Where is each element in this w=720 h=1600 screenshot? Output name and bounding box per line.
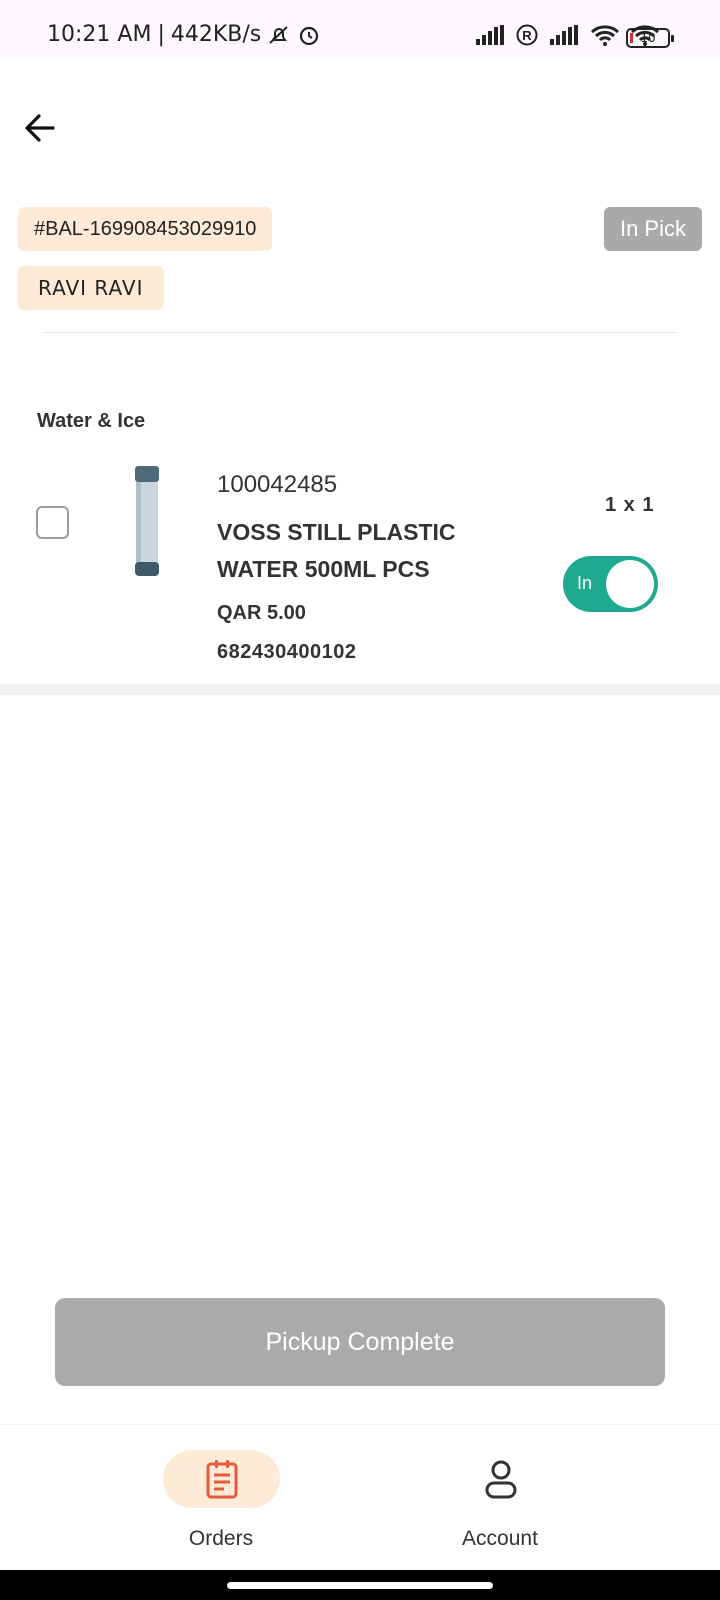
nav-account[interactable]: Account — [400, 1425, 600, 1571]
pickup-complete-button[interactable]: Pickup Complete — [55, 1298, 665, 1386]
nav-orders[interactable]: Orders — [121, 1425, 321, 1571]
item-sku: 100042485 — [217, 471, 338, 498]
back-button[interactable] — [20, 108, 60, 148]
signal-icon — [548, 25, 580, 50]
battery-tip — [671, 35, 674, 42]
orders-icon — [206, 1460, 237, 1499]
nav-account-label: Account — [462, 1527, 538, 1550]
status-time: 10:21 AM — [47, 22, 152, 47]
order-id-chip: #BAL-169908453029910 — [18, 207, 273, 251]
in-stock-toggle[interactable]: In — [563, 556, 658, 612]
toggle-knob — [606, 560, 654, 608]
item-quantity: 1 x 1 — [605, 494, 655, 516]
battery-fill — [630, 33, 633, 43]
account-icon — [485, 1460, 516, 1499]
status-badge: In Pick — [603, 207, 702, 251]
item-price: QAR 5.00 — [217, 602, 306, 624]
bottom-nav: Orders Account — [0, 1424, 720, 1570]
item-separator — [0, 684, 720, 695]
status-separator: | — [157, 22, 165, 47]
mute-icon — [267, 23, 291, 47]
category-title: Water & Ice — [37, 410, 146, 432]
product-name: VOSS STILL PLASTIC WATER 500ML PCS — [217, 519, 456, 582]
nav-account-icon-wrap — [442, 1450, 559, 1508]
item-checkbox[interactable] — [36, 506, 69, 539]
status-bar: 10:21 AM | 442KB/s R 10 — [0, 0, 720, 60]
battery-level: 10 — [640, 31, 656, 45]
item-barcode: 682430400102 — [217, 641, 357, 663]
nav-orders-label: Orders — [188, 1527, 254, 1550]
customer-name-chip: RAVI RAVI — [18, 266, 164, 310]
gesture-handle[interactable] — [227, 1582, 493, 1589]
registered-icon: R — [516, 24, 538, 51]
wifi-icon — [590, 24, 620, 51]
battery-icon: 10 — [626, 28, 674, 48]
toggle-label: In — [577, 573, 593, 593]
status-left: 10:21 AM | 442KB/s — [47, 22, 321, 47]
water-bottle-image — [132, 466, 162, 576]
gesture-bar — [0, 1570, 720, 1600]
divider — [43, 332, 677, 333]
svg-text:R: R — [522, 28, 532, 43]
arrow-left-icon — [25, 114, 55, 142]
alarm-icon — [297, 23, 321, 47]
status-net-speed: 442KB/s — [170, 22, 262, 47]
nav-orders-pill — [163, 1450, 280, 1508]
signal-icon — [474, 25, 506, 50]
